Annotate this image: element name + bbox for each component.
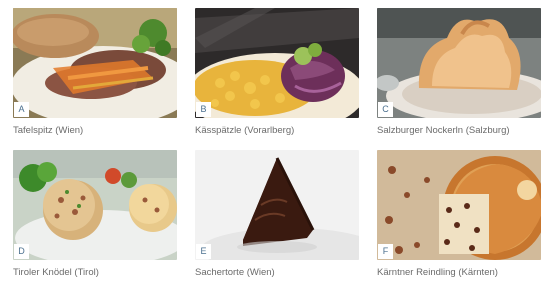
dish-tile-c: C Salzburger Nockerln (Salzburg): [377, 8, 541, 136]
dish-caption: Kässpätzle (Vorarlberg): [195, 125, 295, 136]
dish-photo-kaesspaetzle: B: [195, 8, 359, 118]
dish-tile-f: F Kärntner Reindling (Kärnten): [377, 150, 541, 278]
dish-caption: Tafelspitz (Wien): [13, 125, 84, 136]
dish-caption: Salzburger Nockerln (Salzburg): [377, 125, 510, 136]
dish-caption: Tiroler Knödel (Tirol): [13, 267, 99, 278]
dish-letter: C: [378, 102, 393, 117]
dish-photo-sachertorte: E: [195, 150, 359, 260]
dish-caption: Sachertorte (Wien): [195, 267, 275, 278]
dish-tile-a: A Tafelspitz (Wien): [13, 8, 177, 136]
dish-letter: B: [196, 102, 211, 117]
dish-tile-d: D Tiroler Knödel (Tirol): [13, 150, 177, 278]
dish-caption: Kärntner Reindling (Kärnten): [377, 267, 498, 278]
dish-letter: D: [14, 244, 29, 259]
dish-photo-kaerntner-reindling: F: [377, 150, 541, 260]
dish-letter: F: [378, 244, 393, 259]
dish-photo-tiroler-knoedel: D: [13, 150, 177, 260]
dish-letter: E: [196, 244, 211, 259]
dish-tile-b: B Kässpätzle (Vorarlberg): [195, 8, 359, 136]
dish-photo-tafelspitz: A: [13, 8, 177, 118]
dish-tile-e: E Sachertorte (Wien): [195, 150, 359, 278]
dish-photo-salzburger-nockerln: C: [377, 8, 541, 118]
dish-letter: A: [14, 102, 29, 117]
